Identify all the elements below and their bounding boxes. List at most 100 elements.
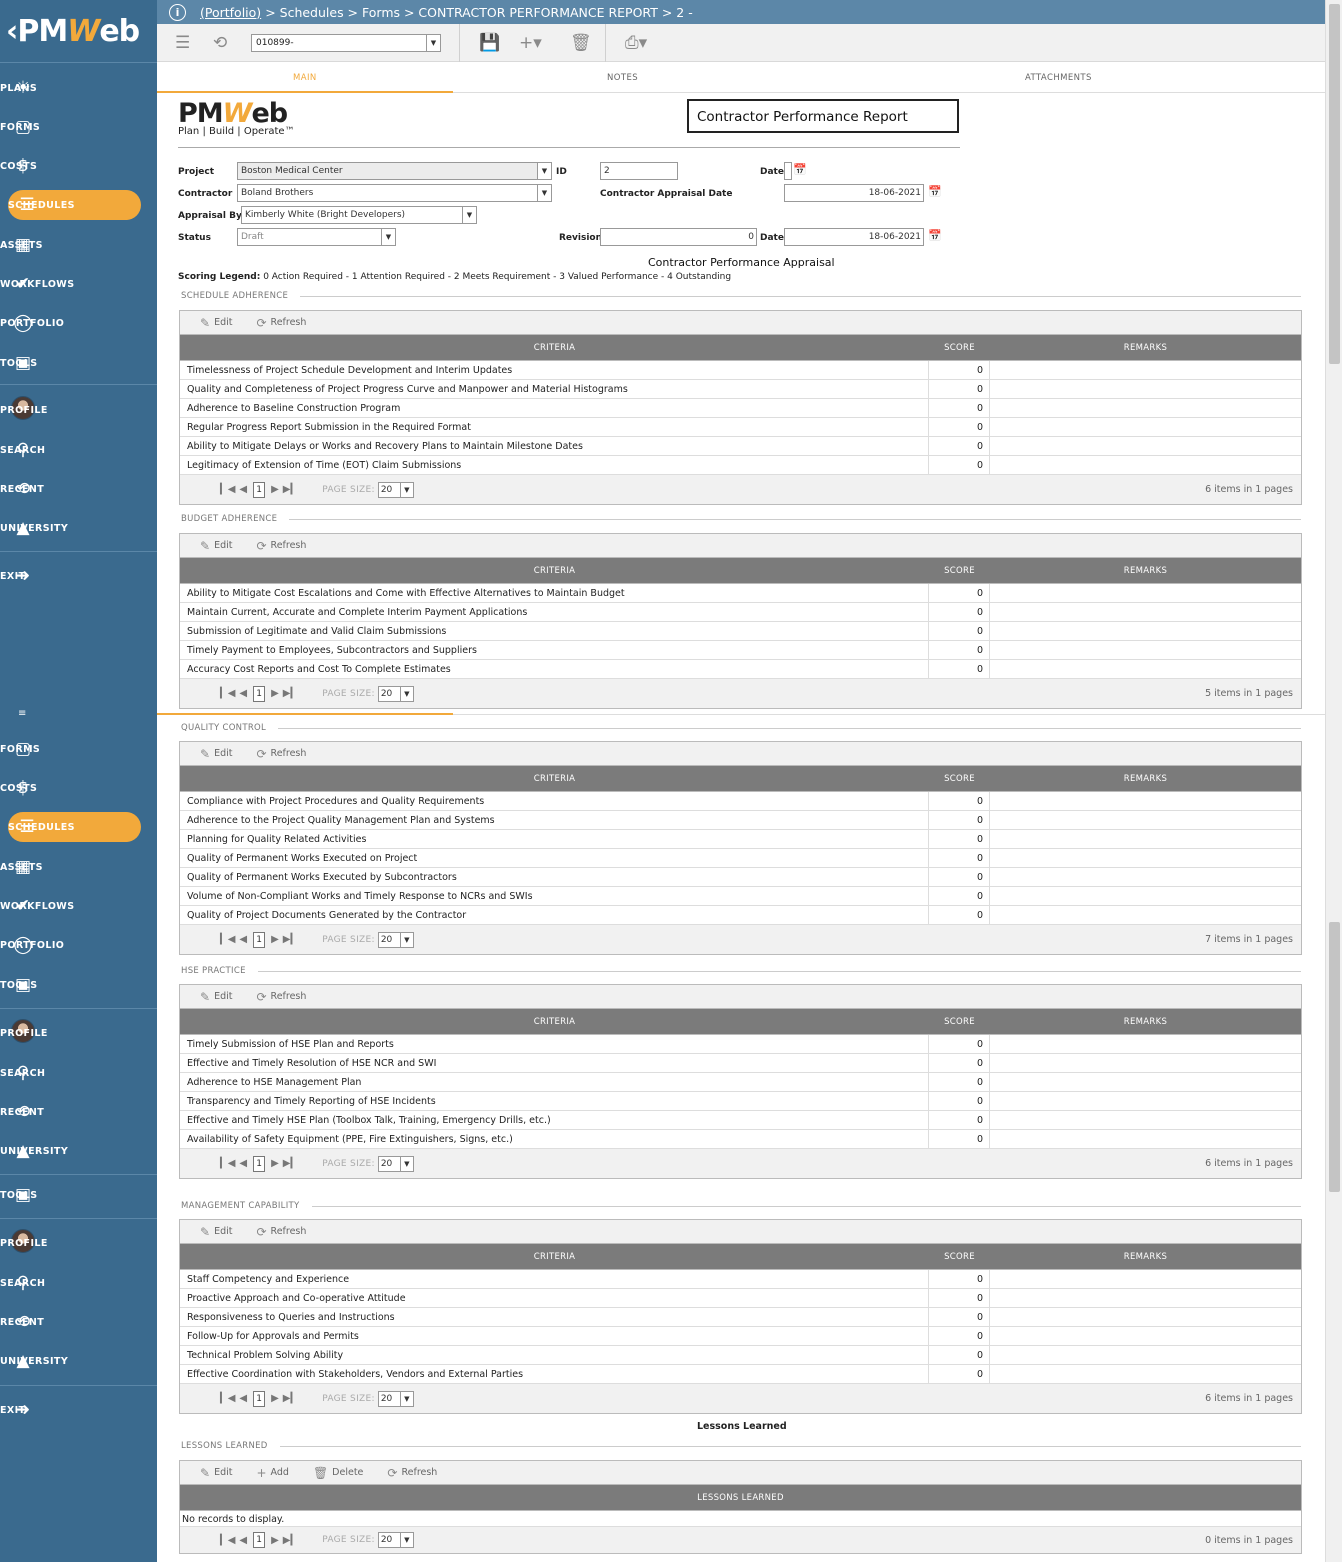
remarks-cell[interactable]	[990, 849, 1301, 867]
score-cell[interactable]: 0	[929, 418, 990, 436]
criteria-column-header[interactable]: CRITERIA	[180, 566, 929, 576]
history-icon[interactable]: ⟲	[213, 33, 227, 53]
score-cell[interactable]: 0	[929, 792, 990, 810]
page-size-select[interactable]: 20 ▼	[377, 1155, 414, 1172]
remarks-cell[interactable]	[990, 1073, 1301, 1091]
first-page-icon[interactable]: ▎◀	[220, 934, 235, 945]
next-page-icon[interactable]: ▶	[271, 1535, 279, 1546]
calendar-icon[interactable]: 📅	[928, 185, 942, 198]
next-page-icon[interactable]: ▶	[271, 1158, 279, 1169]
score-cell[interactable]: 0	[929, 1073, 990, 1091]
first-page-icon[interactable]: ▎◀	[220, 1535, 235, 1546]
refresh-button[interactable]: ⟳ Refresh	[256, 1225, 306, 1239]
sidebar-item-costs[interactable]: $ COSTS	[0, 151, 157, 181]
table-row[interactable]: Staff Competency and Experience 0	[180, 1270, 1301, 1289]
first-page-icon[interactable]: ▎◀	[220, 1393, 235, 1404]
prev-page-icon[interactable]: ◀	[239, 484, 247, 495]
tab-notes[interactable]: NOTES	[607, 73, 638, 83]
last-page-icon[interactable]: ▶▎	[283, 934, 298, 945]
score-column-header[interactable]: SCORE	[929, 1017, 990, 1027]
remarks-cell[interactable]	[990, 1346, 1301, 1364]
refresh-button[interactable]: ⟳ Refresh	[256, 539, 306, 553]
sidebar-item-assets[interactable]: ▦ ASSETS	[0, 230, 157, 260]
score-cell[interactable]: 0	[929, 811, 990, 829]
sidebar-item-profile[interactable]: PROFILE	[0, 1018, 157, 1048]
score-column-header[interactable]: SCORE	[929, 566, 990, 576]
remarks-cell[interactable]	[990, 1092, 1301, 1110]
sidebar-item-assets[interactable]: ▦ ASSETS	[0, 852, 157, 882]
date-field[interactable]	[784, 162, 792, 180]
prev-page-icon[interactable]: ◀	[239, 1393, 247, 1404]
score-cell[interactable]: 0	[929, 1346, 990, 1364]
remarks-cell[interactable]	[990, 418, 1301, 436]
remarks-cell[interactable]	[990, 437, 1301, 455]
score-column-header[interactable]: SCORE	[929, 1252, 990, 1262]
edit-button[interactable]: ✎ Edit	[200, 316, 232, 330]
sidebar-item-plans[interactable]: ☀ PLANS	[0, 73, 157, 103]
table-row[interactable]: Accuracy Cost Reports and Cost To Comple…	[180, 660, 1301, 679]
remarks-cell[interactable]	[990, 399, 1301, 417]
sidebar-item-schedules[interactable]: ☰ SCHEDULES	[8, 190, 141, 220]
remarks-column-header[interactable]: REMARKS	[990, 1017, 1301, 1027]
last-page-icon[interactable]: ▶▎	[283, 688, 298, 699]
score-cell[interactable]: 0	[929, 622, 990, 640]
prev-page-icon[interactable]: ◀	[239, 688, 247, 699]
remarks-column-header[interactable]: REMARKS	[990, 1252, 1301, 1262]
table-row[interactable]: Effective Coordination with Stakeholders…	[180, 1365, 1301, 1384]
score-cell[interactable]: 0	[929, 868, 990, 886]
sidebar-item-university[interactable]: ▲ UNIVERSITY	[0, 513, 157, 543]
remarks-cell[interactable]	[990, 622, 1301, 640]
table-row[interactable]: Submission of Legitimate and Valid Claim…	[180, 622, 1301, 641]
sidebar-item-search[interactable]: ⚲ SEARCH	[0, 1058, 157, 1088]
remarks-cell[interactable]	[990, 792, 1301, 810]
breadcrumb-portfolio-link[interactable]: (Portfolio)	[200, 5, 261, 20]
calendar-icon[interactable]: 📅	[793, 163, 807, 176]
prev-page-icon[interactable]: ◀	[239, 1535, 247, 1546]
sidebar-item-workflows[interactable]: ✔ WORKFLOWS	[0, 269, 157, 299]
score-cell[interactable]: 0	[929, 437, 990, 455]
page-size-select[interactable]: 20 ▼	[377, 481, 414, 498]
next-page-icon[interactable]: ▶	[271, 484, 279, 495]
sidebar-item-profile[interactable]: PROFILE	[0, 1228, 157, 1258]
scrollbar-thumb[interactable]	[1329, 922, 1340, 1192]
table-row[interactable]: Quality of Permanent Works Executed on P…	[180, 849, 1301, 868]
last-page-icon[interactable]: ▶▎	[283, 484, 298, 495]
calendar-icon[interactable]: 📅	[928, 229, 942, 242]
chevron-down-icon[interactable]: ▼	[399, 1156, 413, 1171]
remarks-cell[interactable]	[990, 906, 1301, 924]
table-row[interactable]: Timely Submission of HSE Plan and Report…	[180, 1035, 1301, 1054]
current-page[interactable]: 1	[253, 1155, 266, 1172]
remarks-cell[interactable]	[990, 641, 1301, 659]
project-field[interactable]: Boston Medical Center ▼	[237, 162, 552, 180]
score-cell[interactable]: 0	[929, 1035, 990, 1053]
chevron-down-icon[interactable]: ▼	[399, 686, 413, 701]
table-row[interactable]: Adherence to Baseline Construction Progr…	[180, 399, 1301, 418]
record-select[interactable]: 010899- ▼	[251, 34, 441, 52]
sidebar-item-forms[interactable]: ▢ FORMS	[0, 734, 157, 764]
table-row[interactable]: Effective and Timely HSE Plan (Toolbox T…	[180, 1111, 1301, 1130]
sidebar-item-recent[interactable]: ⟲ RECENT	[0, 474, 157, 504]
remarks-cell[interactable]	[990, 380, 1301, 398]
add-icon[interactable]: +▾	[519, 33, 542, 53]
page-size-select[interactable]: 20 ▼	[377, 685, 414, 702]
next-page-icon[interactable]: ▶	[271, 1393, 279, 1404]
remarks-cell[interactable]	[990, 1365, 1301, 1383]
first-page-icon[interactable]: ▎◀	[220, 484, 235, 495]
sidebar-item-exit[interactable]: ➜ EXIT	[0, 561, 157, 591]
table-row[interactable]: Follow-Up for Approvals and Permits 0	[180, 1327, 1301, 1346]
current-page[interactable]: 1	[253, 685, 266, 702]
revision-field[interactable]: 0	[600, 228, 757, 246]
remarks-column-header[interactable]: REMARKS	[990, 774, 1301, 784]
score-cell[interactable]: 0	[929, 1111, 990, 1129]
scrollbar[interactable]	[1325, 0, 1342, 1562]
chevron-down-icon[interactable]: ▼	[381, 229, 395, 245]
lessons-column-header[interactable]: LESSONS LEARNED	[180, 1493, 1301, 1503]
score-cell[interactable]: 0	[929, 1327, 990, 1345]
trash-icon[interactable]: 🗑	[570, 33, 592, 53]
table-row[interactable]: Volume of Non-Compliant Works and Timely…	[180, 887, 1301, 906]
sidebar-item-workflows[interactable]: ✔ WORKFLOWS	[0, 891, 157, 921]
app-logo[interactable]: ‹ PM Web	[0, 0, 157, 62]
table-row[interactable]: Technical Problem Solving Ability 0	[180, 1346, 1301, 1365]
remarks-cell[interactable]	[990, 1054, 1301, 1072]
remarks-cell[interactable]	[990, 1327, 1301, 1345]
